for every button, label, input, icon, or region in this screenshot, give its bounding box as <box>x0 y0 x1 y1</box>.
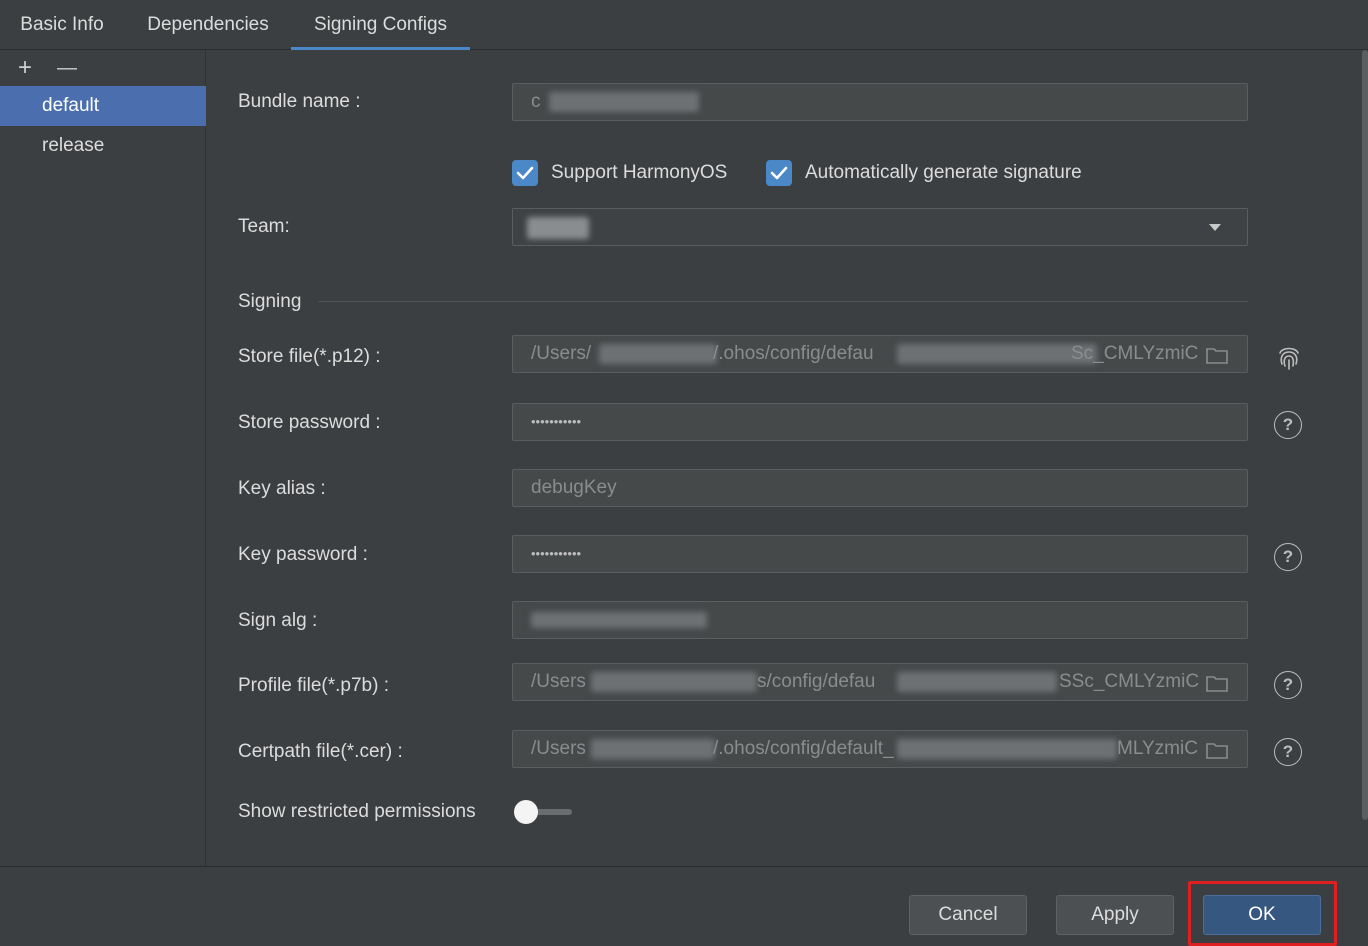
sign-alg-label: Sign alg : <box>238 610 318 631</box>
redacted-text <box>897 344 1097 364</box>
redacted-text <box>549 92 699 112</box>
profile-file-path-middle: s/config/defau <box>757 671 876 692</box>
store-file-label: Store file(*.p12) : <box>238 346 381 367</box>
check-icon <box>516 166 534 180</box>
profile-file-path-start: /Users <box>531 671 586 692</box>
store-password-field[interactable]: ••••••••••• <box>512 403 1248 441</box>
dialog-button-bar: Cancel Apply OK <box>0 866 1368 946</box>
key-password-label: Key password : <box>238 544 368 565</box>
redacted-text <box>527 217 589 239</box>
profile-file-label: Profile file(*.p7b) : <box>238 675 390 696</box>
store-file-path-end: Sc_CMLYzmiC <box>1071 343 1199 364</box>
help-icon[interactable]: ? <box>1274 411 1302 439</box>
store-file-field: /Users/ /.ohos/config/defau Sc_CMLYzmiC <box>512 335 1248 373</box>
toggle-knob <box>514 800 538 824</box>
certpath-file-path-start: /Users <box>531 738 586 759</box>
redacted-text <box>897 672 1057 692</box>
redacted-text <box>591 672 757 692</box>
certpath-file-field: /Users /.ohos/config/default_ MLYzmiC <box>512 730 1248 768</box>
config-item-release[interactable]: release <box>0 126 206 166</box>
tab-signing-configs[interactable]: Signing Configs <box>291 0 470 50</box>
profile-file-path-end: SSc_CMLYzmiC <box>1059 671 1200 692</box>
help-icon[interactable]: ? <box>1274 543 1302 571</box>
fingerprint-icon[interactable] <box>1274 342 1304 372</box>
certpath-file-path-end: MLYzmiC <box>1117 738 1198 759</box>
store-file-path-middle: /.ohos/config/defau <box>713 343 874 364</box>
config-item-default[interactable]: default <box>0 86 206 126</box>
check-icon <box>770 166 788 180</box>
cancel-button[interactable]: Cancel <box>909 895 1027 935</box>
support-harmonyos-checkbox[interactable] <box>512 160 538 186</box>
team-label: Team: <box>238 216 290 237</box>
tab-basic-info[interactable]: Basic Info <box>0 0 124 50</box>
key-alias-field: debugKey <box>512 469 1248 507</box>
ok-button[interactable]: OK <box>1203 895 1321 935</box>
team-select[interactable] <box>512 208 1248 246</box>
folder-icon[interactable] <box>1205 345 1229 365</box>
tab-dependencies[interactable]: Dependencies <box>126 0 290 50</box>
auto-signature-label: Automatically generate signature <box>805 162 1082 183</box>
show-restricted-toggle[interactable] <box>514 800 572 824</box>
profile-file-field: /Users s/config/defau SSc_CMLYzmiC <box>512 663 1248 701</box>
redacted-text <box>897 739 1117 759</box>
folder-icon[interactable] <box>1205 673 1229 693</box>
key-alias-label: Key alias : <box>238 478 326 499</box>
folder-icon[interactable] <box>1205 740 1229 760</box>
key-password-field[interactable]: ••••••••••• <box>512 535 1248 573</box>
bundle-name-label: Bundle name : <box>238 91 361 112</box>
sign-alg-field <box>512 601 1248 639</box>
config-list-panel: + — default release <box>0 50 206 866</box>
apply-button[interactable]: Apply <box>1056 895 1174 935</box>
signing-section-title: Signing <box>238 291 302 312</box>
redacted-text <box>599 344 717 364</box>
store-password-label: Store password : <box>238 412 381 433</box>
help-icon[interactable]: ? <box>1274 738 1302 766</box>
show-restricted-label: Show restricted permissions <box>238 801 476 822</box>
auto-signature-checkbox[interactable] <box>766 160 792 186</box>
redacted-text <box>591 739 715 759</box>
help-icon[interactable]: ? <box>1274 671 1302 699</box>
section-divider <box>318 301 1248 302</box>
tab-bar: Basic Info Dependencies Signing Configs <box>0 0 1368 50</box>
certpath-file-label: Certpath file(*.cer) : <box>238 741 403 762</box>
add-config-button[interactable]: + <box>12 54 38 82</box>
store-file-path-start: /Users/ <box>531 343 592 364</box>
certpath-file-path-middle: /.ohos/config/default_ <box>713 738 894 759</box>
redacted-text <box>531 612 707 628</box>
support-harmonyos-label: Support HarmonyOS <box>551 162 728 183</box>
bundle-name-value: c <box>531 91 541 112</box>
bundle-name-field: c <box>512 83 1248 121</box>
config-list-toolbar: + — <box>0 50 206 86</box>
vertical-scrollbar[interactable] <box>1362 50 1368 820</box>
remove-config-button[interactable]: — <box>54 54 80 82</box>
chevron-down-icon <box>1209 224 1221 231</box>
signing-configs-form: Bundle name : c Support HarmonyOS Automa… <box>206 50 1368 866</box>
